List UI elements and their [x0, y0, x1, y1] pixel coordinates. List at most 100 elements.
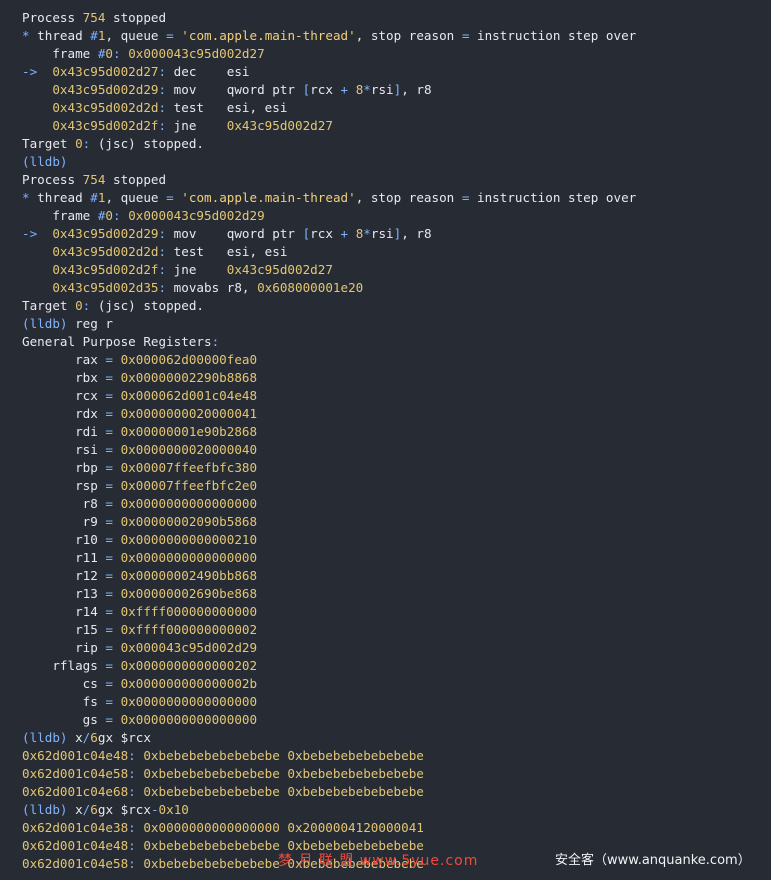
terminal-text: x — [75, 802, 83, 817]
terminal-text: reg r — [75, 316, 113, 331]
terminal-text: 0x43c95d002d2d — [52, 244, 159, 259]
terminal-text: = — [105, 586, 113, 601]
terminal-text: 0x0000000000000202 — [120, 658, 258, 673]
terminal-line: r10 = 0x0000000000000210 — [22, 531, 762, 549]
terminal-text: 0x0000000000000000 0x2000004120000041 — [143, 820, 424, 835]
terminal-text: : — [128, 766, 144, 781]
terminal-text: -> — [22, 226, 53, 241]
terminal-text: instruction step over — [469, 28, 637, 43]
terminal-text: thread — [37, 28, 91, 43]
terminal-line: rdi = 0x00000001e90b2868 — [22, 423, 762, 441]
terminal-line: * thread #1, queue = 'com.apple.main-thr… — [22, 189, 762, 207]
terminal-text: = — [105, 496, 113, 511]
terminal-text: 0x00000001e90b2868 — [120, 424, 258, 439]
terminal-text: = — [105, 478, 113, 493]
terminal-text: rsi — [370, 82, 394, 97]
terminal-text: 0xbebebebebebebebe 0xbebebebebebebebe — [143, 748, 424, 763]
terminal-text: test esi, esi — [173, 100, 288, 115]
terminal-text: 0x43c95d002d2f — [52, 118, 159, 133]
terminal-text: : — [128, 856, 144, 871]
terminal-line: frame #0: 0x000043c95d002d29 — [22, 207, 762, 225]
terminal-text: 0x00000002690be868 — [120, 586, 258, 601]
terminal-line: Process 754 stopped — [22, 9, 762, 27]
terminal-output[interactable]: Process 754 stopped * thread #1, queue = … — [22, 9, 762, 873]
terminal-text: 0xffff000000000000 — [120, 604, 258, 619]
terminal-text: = — [105, 658, 113, 673]
terminal-line: General Purpose Registers: — [22, 333, 762, 351]
terminal-text: 0x0000000020000040 — [120, 442, 258, 457]
terminal-text: 0x43c95d002d29 — [52, 82, 159, 97]
terminal-text: 0x62d001c04e58 — [22, 856, 129, 871]
terminal-line: rax = 0x000062d00000fea0 — [22, 351, 762, 369]
terminal-text: : — [158, 64, 174, 79]
terminal-text: 0x00007ffeefbfc2e0 — [120, 478, 258, 493]
terminal-text: (jsc) stopped. — [97, 298, 204, 313]
terminal-text: rbx — [22, 370, 106, 385]
terminal-text: : — [128, 838, 144, 853]
terminal-text: = — [105, 622, 113, 637]
terminal-text: = — [105, 388, 113, 403]
terminal-text: jne — [173, 262, 227, 277]
terminal-text: General Purpose Registers — [22, 334, 212, 349]
terminal-text: , queue — [105, 28, 167, 43]
terminal-text: gx $rcx — [97, 730, 151, 745]
terminal-text: 0x10 — [158, 802, 189, 817]
terminal-line: 0x62d001c04e48: 0xbebebebebebebebe 0xbeb… — [22, 747, 762, 765]
terminal-text: 754 — [82, 10, 106, 25]
terminal-text: - — [150, 802, 159, 817]
terminal-text: r15 — [22, 622, 106, 637]
terminal-line: -> 0x43c95d002d27: dec esi — [22, 63, 762, 81]
terminal-text: (lldb) — [22, 802, 76, 817]
terminal-line: (lldb) — [22, 153, 762, 171]
terminal-text: 0x43c95d002d35 — [52, 280, 159, 295]
terminal-text: rsi — [22, 442, 106, 457]
terminal-text: = — [166, 28, 174, 43]
terminal-text: 6 — [90, 730, 98, 745]
terminal-text: = — [105, 640, 113, 655]
terminal-text: = — [105, 676, 113, 691]
terminal-text: 0 — [75, 136, 83, 151]
terminal-text: = — [105, 712, 113, 727]
terminal-line: 0x62d001c04e68: 0xbebebebebebebebe 0xbeb… — [22, 783, 762, 801]
terminal-text: : — [211, 334, 220, 349]
terminal-text: r9 — [22, 514, 106, 529]
terminal-text: = — [105, 370, 113, 385]
terminal-text: rax — [22, 352, 106, 367]
terminal-text: 0x62d001c04e48 — [22, 838, 129, 853]
terminal-text: 0x000062d001c04e48 — [120, 388, 258, 403]
terminal-text: rbp — [22, 460, 106, 475]
terminal-text: = — [105, 694, 113, 709]
terminal-text: frame — [22, 208, 98, 223]
terminal-text: 'com.apple.main-thread' — [181, 190, 356, 205]
terminal-text: 0x43c95d002d27 — [226, 262, 333, 277]
terminal-line: 0x43c95d002d29: mov qword ptr [rcx + 8*r… — [22, 81, 762, 99]
terminal-text: 0x43c95d002d2d — [52, 100, 159, 115]
terminal-text: + — [340, 82, 349, 97]
terminal-text: instruction step over — [469, 190, 637, 205]
terminal-text: : — [158, 82, 174, 97]
terminal-line: gs = 0x0000000000000000 — [22, 711, 762, 729]
terminal-text: : — [128, 784, 144, 799]
terminal-text: : — [158, 244, 174, 259]
terminal-line: rcx = 0x000062d001c04e48 — [22, 387, 762, 405]
terminal-text: 0x0000000000000000 — [120, 694, 258, 709]
terminal-text: rsi — [370, 226, 394, 241]
terminal-line: 0x62d001c04e58: 0xbebebebebebebebe 0xbeb… — [22, 765, 762, 783]
terminal-text: : — [113, 46, 129, 61]
terminal-line: frame #0: 0x000043c95d002d27 — [22, 45, 762, 63]
terminal-text: jne — [173, 118, 227, 133]
terminal-text: : — [158, 100, 174, 115]
terminal-text: 0x000043c95d002d29 — [128, 208, 265, 223]
terminal-line: r14 = 0xffff000000000000 — [22, 603, 762, 621]
